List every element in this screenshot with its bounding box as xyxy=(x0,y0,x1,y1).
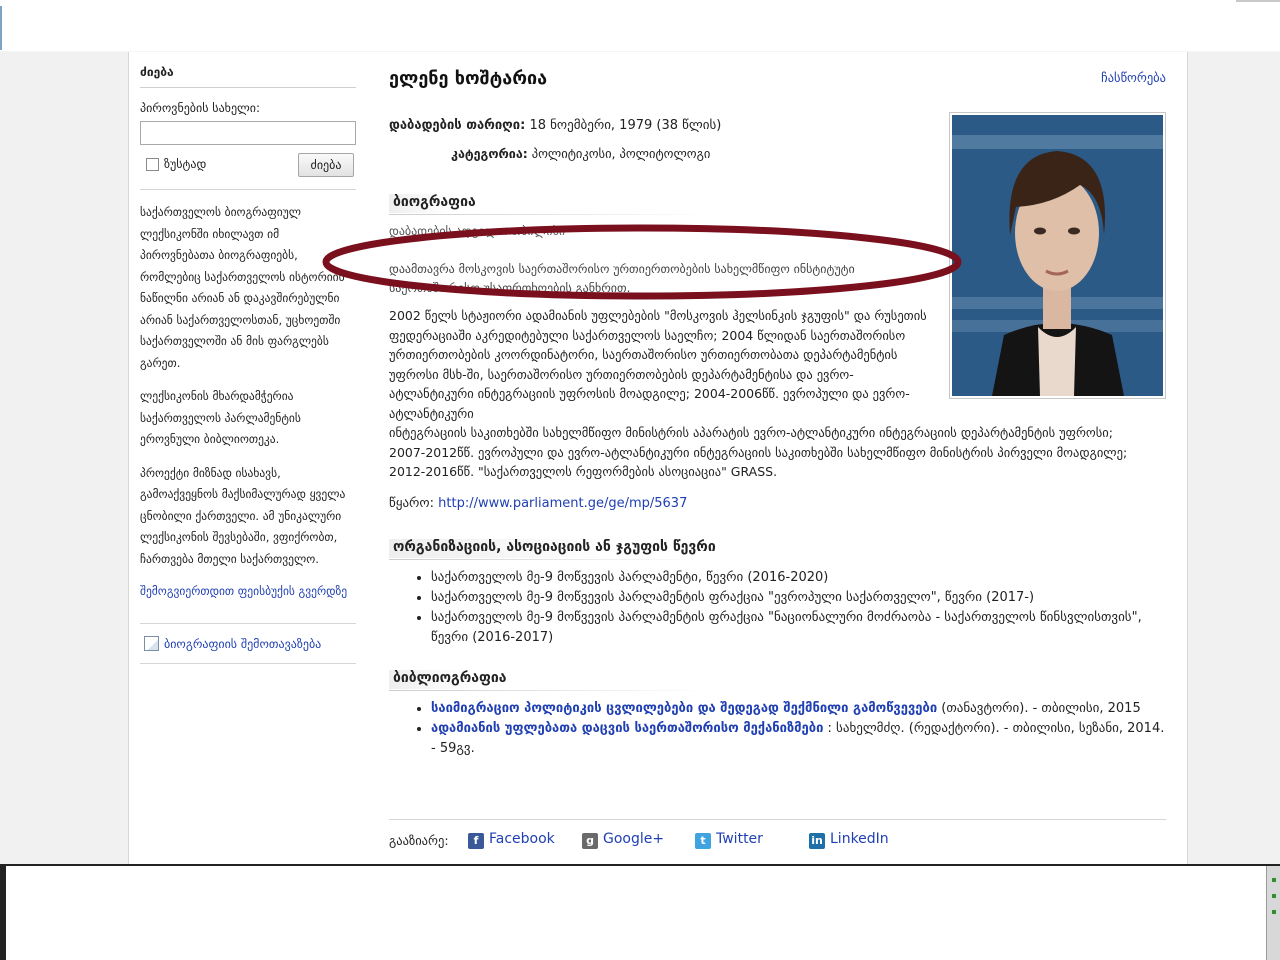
bibliography-list: საიმიგრაციო პოლიტიკის ცვლილებები და შედე… xyxy=(431,699,1171,759)
sidebar: ძიება პიროვნების სახელი: ზუსტად ძიება სა… xyxy=(140,64,356,664)
organizations-heading: ორგანიზაციის, ასოციაციის ან ჯგუფის წევრი xyxy=(389,539,716,558)
twitter-icon: t xyxy=(695,833,711,849)
sidebar-search-title: ძიება xyxy=(140,64,356,88)
share-label: გააზიარე: xyxy=(389,833,449,848)
about-paragraph-3: პროექტი მიზნად ისახავს, გამოაქვეყნოს მაქ… xyxy=(140,465,346,566)
indicator-dot xyxy=(1271,894,1276,898)
list-item: ადამიანის უფლებათა დაცვის საერთაშორისო მ… xyxy=(431,719,1171,759)
indicator-dot xyxy=(1271,910,1276,914)
person-name-input[interactable] xyxy=(140,121,356,145)
organizations-list: საქართველოს მე-9 მოწვევის პარლამენტი, წე… xyxy=(431,568,1171,648)
document-icon xyxy=(144,636,159,651)
category-value: პოლიტიკოსი, პოლიტოლოგი xyxy=(531,146,711,161)
organizations-underline xyxy=(389,559,709,560)
linkedin-icon: in xyxy=(809,833,825,849)
education-text: დაამთავრა მოსკოვის საერთაშორისო ურთიერთო… xyxy=(389,262,855,295)
share-facebook-label: Facebook xyxy=(489,831,555,847)
birth-date-label: დაბადების თარიღი: xyxy=(389,118,526,133)
bibliography-underline xyxy=(389,690,709,691)
window-left-edge xyxy=(0,866,6,960)
suggest-biography-label: ბიოგრაფიის შემოთავაზება xyxy=(164,637,322,651)
source-link[interactable]: http://www.parliament.ge/ge/mp/5637 xyxy=(438,496,687,511)
share-divider xyxy=(389,819,1166,820)
list-item: საიმიგრაციო პოლიტიკის ცვლილებები და შედე… xyxy=(431,699,1171,719)
facebook-page-link[interactable]: შემოგვიერთდით ფეისბუქის გვერდზე xyxy=(140,582,356,601)
about-paragraph-2: ლექსიკონის მხარდამჭერია საქართველოს პარლ… xyxy=(140,389,301,446)
share-twitter-label: Twitter xyxy=(716,831,763,847)
window-corner-line xyxy=(1236,0,1280,2)
bibliography-details: (თანავტორი). - თბილისი, 2015 xyxy=(937,701,1141,716)
birth-date-value: 18 ნოემბერი, 1979 (38 წლის) xyxy=(529,118,722,133)
exact-checkbox[interactable] xyxy=(146,158,159,171)
biography-text: 2002 წელს სტაჟიორი ადამიანის უფლებების "… xyxy=(389,306,1149,482)
birth-date-row: დაბადების თარიღი: 18 ნოემბერი, 1979 (38 … xyxy=(389,118,721,133)
list-item: საქართველოს მე-9 მოწვევის პარლამენტის ფრ… xyxy=(431,608,1171,648)
biography-heading: ბიოგრაფია xyxy=(389,194,476,213)
share-linkedin-label: LinkedIn xyxy=(830,831,889,847)
category-label: კატეგორია: xyxy=(451,146,528,161)
search-options-row: ზუსტად ძიება xyxy=(140,151,356,179)
biography-text-part-2: ინტეგრაციის საკითხებში სახელმწიფო მინისტ… xyxy=(389,425,1128,479)
scrollbar-strip[interactable] xyxy=(1266,866,1280,960)
bibliography-heading: ბიბლიოგრაფია xyxy=(389,670,507,689)
indicator-dot xyxy=(1271,878,1276,882)
edit-link[interactable]: ჩასწორება xyxy=(1101,70,1166,85)
google-plus-icon: g xyxy=(582,833,598,849)
page-title: ელენე ხოშტარია xyxy=(389,68,548,89)
exact-label: ზუსტად xyxy=(164,157,207,171)
biography-text-part-1: 2002 წელს სტაჟიორი ადამიანის უფლებების "… xyxy=(389,308,927,421)
bibliography-title-link[interactable]: ადამიანის უფლებათა დაცვის საერთაშორისო მ… xyxy=(431,721,823,736)
about-paragraph-1: საქართველოს ბიოგრაფიულ ლექსიკონში იხილავ… xyxy=(140,205,345,370)
share-bar: გააზიარე: f Facebook g Google+ t Twitter… xyxy=(389,831,1166,851)
list-item: საქართველოს მე-9 მოწვევის პარლამენტი, წე… xyxy=(431,568,1171,588)
list-item: საქართველოს მე-9 მოწვევის პარლამენტის ფრ… xyxy=(431,588,1171,608)
browser-top-blank xyxy=(0,0,1280,52)
biography-underline xyxy=(389,214,709,215)
person-name-label: პიროვნების სახელი: xyxy=(140,101,261,115)
category-row: კატეგორია: პოლიტიკოსი, პოლიტოლოგი xyxy=(451,146,710,161)
birth-place-text: დაბადების ადგილი: თბილისი xyxy=(389,224,566,238)
sidebar-divider xyxy=(140,189,356,190)
share-google-plus-label: Google+ xyxy=(603,831,665,847)
facebook-icon: f xyxy=(468,833,484,849)
browser-bottom-blank xyxy=(0,864,1280,960)
source-label: წყარო: xyxy=(389,496,435,511)
source-row: წყარო: http://www.parliament.ge/ge/mp/56… xyxy=(389,496,687,511)
suggest-biography-link[interactable]: ბიოგრაფიის შემოთავაზება xyxy=(140,623,356,664)
window-edge xyxy=(0,6,2,50)
search-button[interactable]: ძიება xyxy=(298,153,354,177)
bibliography-title-link[interactable]: საიმიგრაციო პოლიტიკის ცვლილებები და შედე… xyxy=(431,701,937,716)
